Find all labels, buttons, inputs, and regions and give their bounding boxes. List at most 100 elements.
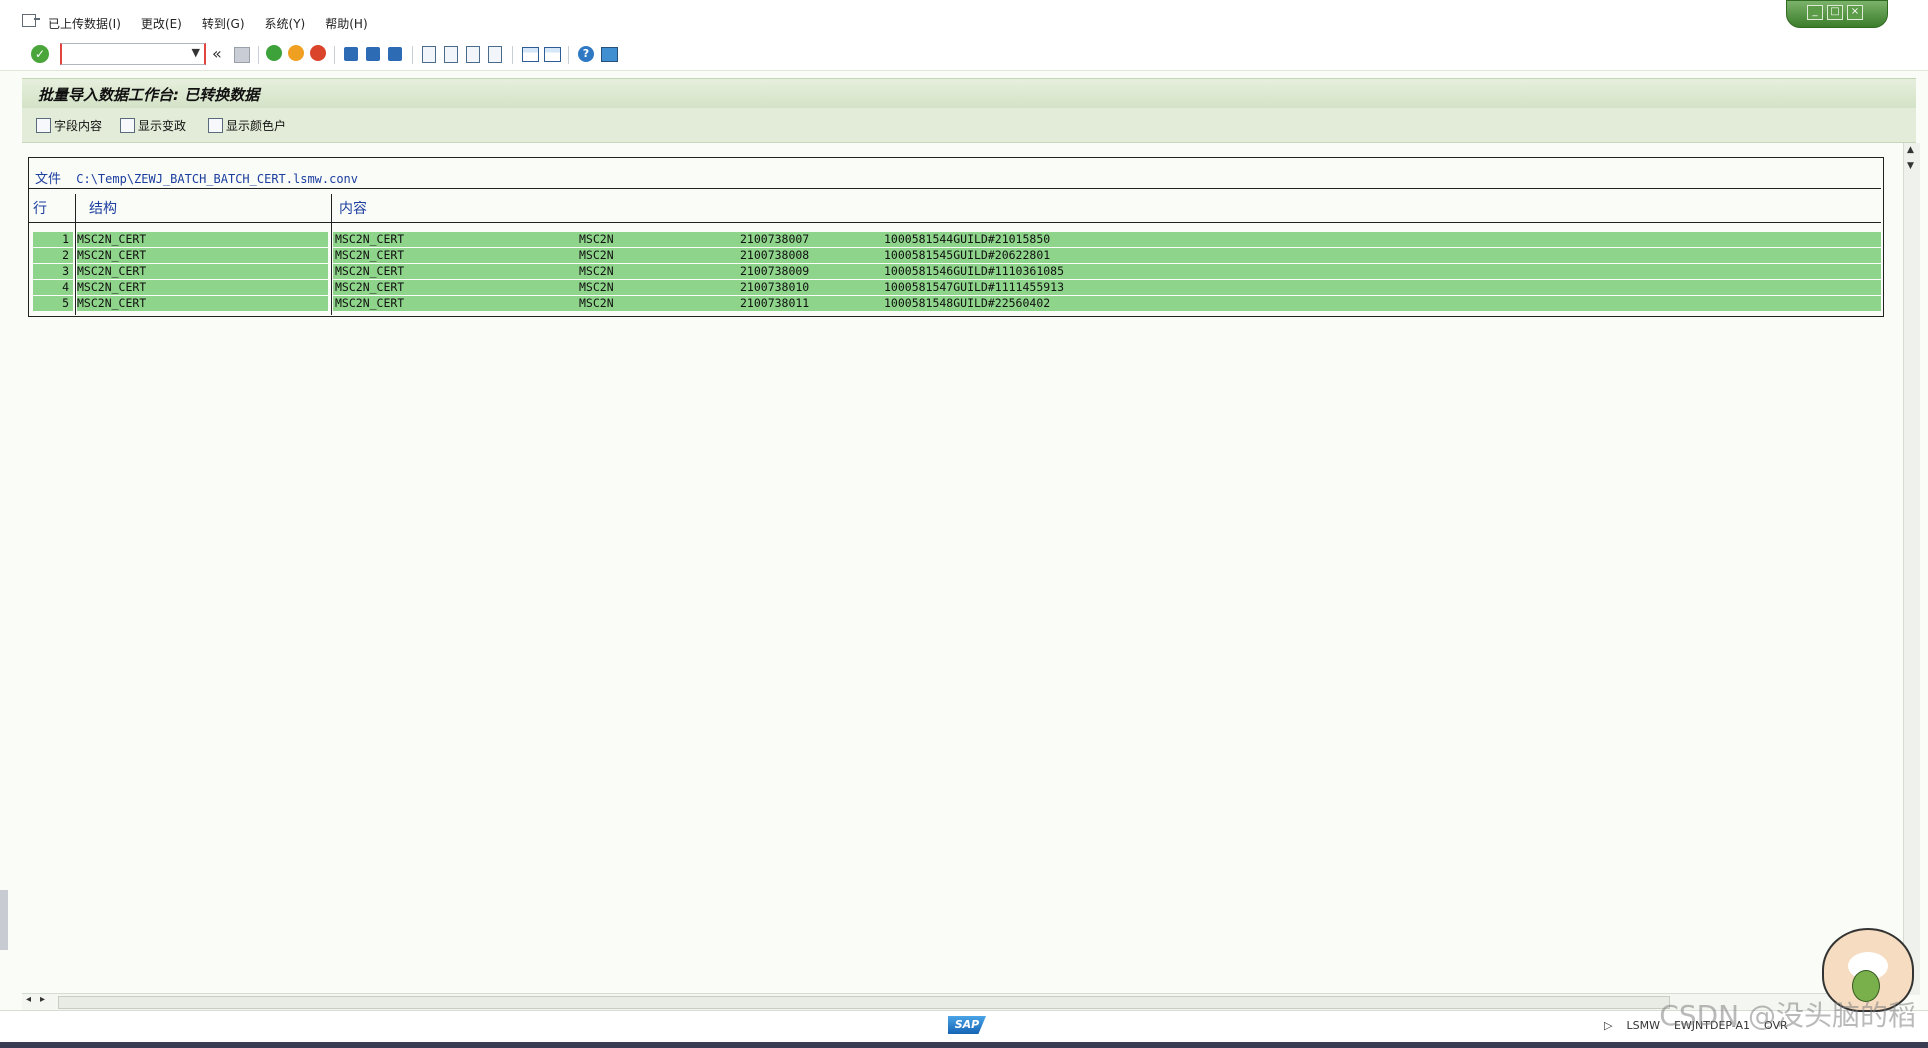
row-number: 5 [62,296,69,310]
column-header-row: 行 [33,201,47,217]
scroll-up-icon[interactable]: ▲ [1907,145,1914,155]
row-content-material-guild: 1000581544GUILD#21015850 [884,232,1051,246]
row-structure: MSC2N_CERT [77,232,147,246]
back-icon[interactable] [266,45,282,61]
collapse-command-icon[interactable]: « [212,44,222,63]
row-content-record: MSC2N_CERT [335,280,405,294]
menu-items: 已上传数据(I) 更改(E) 转到(G) 系统(Y) 帮助(H) [48,15,368,32]
enter-checkmark-icon[interactable]: ✓ [31,45,49,63]
row-content-batch: 2100738010 [740,280,810,294]
field-content-button[interactable]: 字段内容 [36,117,102,134]
table-row[interactable]: 5 MSC2N_CERT MSC2N_CERT MSC2N 2100738011 1000… [33,296,1881,311]
row-content-transaction: MSC2N [579,232,614,246]
row-content-material-guild: 1000581546GUILD#1110361085 [884,264,1065,278]
row-structure: MSC2N_CERT [77,248,147,262]
table-row[interactable]: 4 MSC2N_CERT MSC2N_CERT MSC2N 2100738010 1000… [33,280,1881,295]
window-controls: _ □ × [1786,0,1888,28]
content-area: 文件 C:\Temp\ZEWJ_BATCH_BATCH_CERT.lsmw.co… [22,143,1896,995]
menu-edit[interactable]: 更改(E) [141,15,182,32]
scroll-down-icon[interactable]: ▼ [1907,161,1914,171]
row-content-transaction: MSC2N [579,280,614,294]
print-icon[interactable] [344,47,358,61]
row-structure: MSC2N_CERT [77,280,147,294]
show-colors-button[interactable]: 显示颜色户 [208,117,286,134]
row-content-batch: 2100738008 [740,248,810,262]
row-content-batch: 2100738011 [740,296,810,310]
row-content-batch: 2100738007 [740,232,810,246]
watermark: CSDN @没头脑的稻 [1659,999,1916,1032]
menu-uploaded-data[interactable]: 已上传数据(I) [48,15,121,32]
page-title: 批量导入数据工作台: 已转换数据 [38,86,260,104]
new-session-icon[interactable] [522,47,539,62]
status-transaction: LSMW [1626,1019,1660,1032]
menu-goto[interactable]: 转到(G) [202,15,245,32]
first-page-icon[interactable] [422,46,436,63]
find-next-icon[interactable] [388,47,402,61]
title-bar: 批量导入数据工作台: 已转换数据 [22,78,1916,109]
row-content-transaction: MSC2N [579,264,614,278]
row-content-transaction: MSC2N [579,248,614,262]
row-number: 2 [62,248,69,262]
play-icon[interactable]: ▷ [1604,1019,1612,1032]
table-row[interactable]: 2 MSC2N_CERT MSC2N_CERT MSC2N 2100738008 1000… [33,248,1881,263]
application-toolbar: 字段内容 显示变政 显示颜色户 [22,108,1916,143]
horizontal-scrollbar[interactable]: ◂ ▸ [22,993,1896,1010]
show-changes-button[interactable]: 显示变政 [120,117,186,134]
row-number: 4 [62,280,69,294]
help-icon[interactable]: ? [578,46,594,62]
field-content-label: 字段内容 [54,119,103,133]
row-structure: MSC2N_CERT [77,296,147,310]
row-structure: MSC2N_CERT [77,264,147,278]
row-number: 3 [62,264,69,278]
show-changes-label: 显示变政 [138,119,187,133]
file-label: 文件 [35,172,62,187]
taskbar-strip [0,1042,1928,1048]
status-bar: SAP ▷ LSMW EWJNTDEP-A1 OVR [0,1010,1928,1043]
scroll-right-icon[interactable]: ▸ [40,994,45,1005]
row-content-batch: 2100738009 [740,264,810,278]
menu-help[interactable]: 帮助(H) [325,15,367,32]
restore-button[interactable]: □ [1827,5,1843,20]
chevron-down-icon[interactable]: ▼ [192,46,200,59]
previous-page-icon[interactable] [444,46,458,63]
system-menu-icon[interactable] [22,14,40,27]
system-toolbar: ✓ ▼ « ? [0,40,1928,71]
scroll-left-icon[interactable]: ◂ [26,994,31,1005]
horizontal-scroll-thumb[interactable] [58,996,1670,1009]
show-changes-icon [120,118,135,133]
customize-layout-icon[interactable] [601,47,618,62]
cancel-icon[interactable] [310,45,326,61]
file-path: C:\Temp\ZEWJ_BATCH_BATCH_CERT.lsmw.conv [76,172,359,186]
table-row[interactable]: 1 MSC2N_CERT MSC2N_CERT MSC2N 2100738007 1000… [33,232,1881,247]
data-rows: 1 MSC2N_CERT MSC2N_CERT MSC2N 2100738007 1000… [33,232,1881,312]
command-field[interactable]: ▼ [60,43,206,65]
minimize-button[interactable]: _ [1807,5,1823,20]
row-content-record: MSC2N_CERT [335,296,405,310]
row-content-material-guild: 1000581545GUILD#20622801 [884,248,1051,262]
row-content-material-guild: 1000581547GUILD#1111455913 [884,280,1065,294]
save-icon[interactable] [234,47,250,63]
row-content-material-guild: 1000581548GUILD#22560402 [884,296,1051,310]
converted-data-list: 文件 C:\Temp\ZEWJ_BATCH_BATCH_CERT.lsmw.co… [28,157,1884,317]
row-content-transaction: MSC2N [579,296,614,310]
row-content-record: MSC2N_CERT [335,264,405,278]
menu-bar: 已上传数据(I) 更改(E) 转到(G) 系统(Y) 帮助(H) _ □ × [0,0,1928,41]
file-path-row: 文件 C:\Temp\ZEWJ_BATCH_BATCH_CERT.lsmw.co… [35,168,358,187]
column-header-structure: 结构 [89,201,117,217]
show-colors-icon [208,118,223,133]
shortcut-icon[interactable] [544,47,561,62]
sap-logo: SAP [948,1016,986,1034]
next-page-icon[interactable] [466,46,480,63]
exit-icon[interactable] [288,45,304,61]
row-content-record: MSC2N_CERT [335,232,405,246]
vertical-scrollbar[interactable]: ▲ ▼ [1903,143,1920,995]
row-number: 1 [62,232,69,246]
field-content-icon [36,118,51,133]
menu-system[interactable]: 系统(Y) [265,15,306,32]
column-header-content: 内容 [339,201,367,217]
show-colors-label: 显示颜色户 [226,119,287,133]
find-icon[interactable] [366,47,380,61]
table-row[interactable]: 3 MSC2N_CERT MSC2N_CERT MSC2N 2100738009 1000… [33,264,1881,279]
last-page-icon[interactable] [488,46,502,63]
close-button[interactable]: × [1847,5,1863,20]
